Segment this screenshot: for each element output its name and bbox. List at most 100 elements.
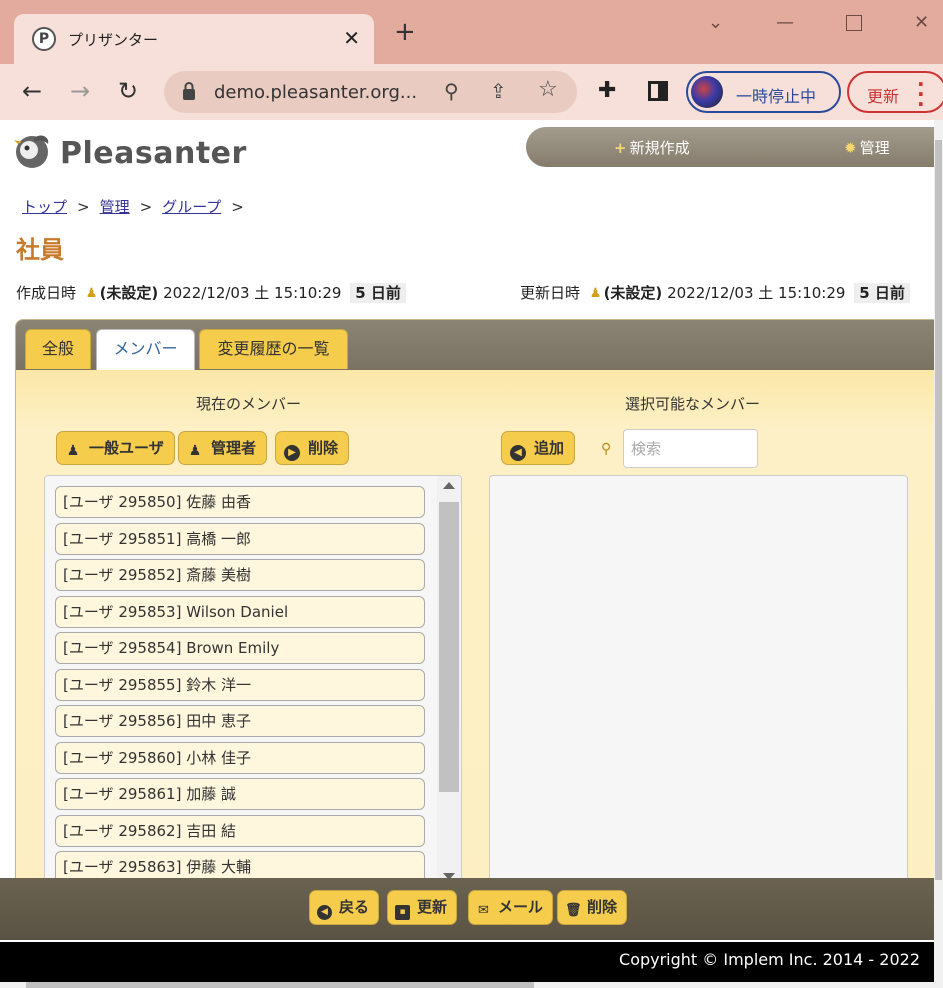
update-label: 更新 (417, 898, 448, 916)
plus-icon: + (614, 139, 627, 157)
url-bar[interactable]: demo.pleasanter.org... ⚲ ⇪ ☆ (164, 71, 577, 113)
maximize-button[interactable] (846, 15, 862, 31)
tab-search-icon[interactable]: ⌄ (708, 12, 723, 33)
scroll-thumb[interactable] (26, 982, 534, 988)
list-item[interactable]: [ユーザ 295855] 鈴木 洋一 (55, 669, 425, 701)
breadcrumb-separator: > (139, 198, 153, 216)
gear-icon: ✹ (844, 139, 857, 157)
address-bar-row: ← → ↻ demo.pleasanter.org... ⚲ ⇪ ☆ ✚ 一時停… (0, 64, 943, 120)
search-icon: ⚲ (601, 441, 612, 457)
extensions-puzzle-icon[interactable]: ✚ (598, 78, 616, 103)
created-user[interactable]: (未設定) (100, 284, 159, 302)
member-list-scrollbar[interactable] (437, 476, 461, 884)
list-item[interactable]: [ユーザ 295862] 吉田 結 (55, 815, 425, 847)
lock-icon (183, 82, 195, 100)
more-menu-icon[interactable]: · · · (917, 74, 925, 114)
list-item[interactable]: [ユーザ 295852] 斎藤 美樹 (55, 559, 425, 591)
profile-paused-button[interactable]: 一時停止中 (686, 71, 841, 113)
list-item[interactable]: [ユーザ 295851] 高橋 一郎 (55, 523, 425, 555)
remove-member-label: 削除 (308, 439, 339, 457)
delete-button[interactable]: 🗑 削除 (557, 890, 628, 925)
delete-label: 削除 (587, 898, 618, 916)
admin-label: 管理者 (211, 439, 257, 457)
current-member-list[interactable]: [ユーザ 295850] 佐藤 由香 [ユーザ 295851] 高橋 一郎 [ユ… (44, 475, 462, 885)
page-horizontal-scrollbar[interactable] (0, 982, 934, 988)
share-icon[interactable]: ⇪ (490, 79, 507, 103)
url-text: demo.pleasanter.org... (214, 82, 418, 103)
admin-button[interactable]: ♟ 管理者 (178, 431, 268, 465)
browser-update-button[interactable]: 更新 · · · (847, 71, 943, 114)
nav-new-label: 新規作成 (629, 139, 690, 157)
available-member-list[interactable] (489, 475, 908, 885)
members-tab-body: 現在のメンバー 選択可能なメンバー ♟ 一般ユーザ ♟ 管理者 ▶ 削除 ◀ 追加 ⚲ … (16, 370, 934, 928)
mail-button[interactable]: ✉ メール (468, 890, 554, 925)
list-item[interactable]: [ユーザ 295860] 小林 佳子 (55, 742, 425, 774)
add-member-button[interactable]: ◀ 追加 (501, 431, 576, 465)
list-item[interactable]: [ユーザ 295850] 佐藤 由香 (55, 486, 425, 518)
browser-tab[interactable]: P プリザンター ✕ (14, 14, 374, 64)
list-item[interactable]: [ユーザ 295854] Brown Emily (55, 632, 425, 664)
breadcrumb-top-link[interactable]: トップ (22, 198, 67, 216)
breadcrumb-admin-link[interactable]: 管理 (100, 198, 130, 216)
member-search-input[interactable] (623, 429, 758, 468)
list-item[interactable]: [ユーザ 295856] 田中 恵子 (55, 705, 425, 737)
scroll-up-icon[interactable] (443, 482, 455, 489)
created-info: 作成日時 ♟ (未設定) 2022/12/03 土 15:10:29 5 日前 (16, 282, 406, 303)
tab-title: プリザンター (68, 31, 159, 49)
updated-user[interactable]: (未設定) (604, 284, 663, 302)
available-members-title: 選択可能なメンバー (625, 395, 761, 413)
bookmark-star-icon[interactable]: ☆ (538, 77, 558, 102)
mail-label: メール (498, 898, 544, 916)
update-button[interactable]: ▪ 更新 (387, 890, 458, 925)
profile-status-label: 一時停止中 (736, 87, 817, 106)
back-label: 戻る (339, 898, 370, 916)
updated-datetime: 2022/12/03 土 15:10:29 (667, 284, 846, 302)
list-item[interactable]: [ユーザ 295861] 加藤 誠 (55, 778, 425, 810)
forward-arrow-icon[interactable]: → (70, 78, 90, 104)
browser-update-label: 更新 (867, 87, 900, 106)
general-user-button[interactable]: ♟ 一般ユーザ (56, 431, 175, 465)
scroll-thumb[interactable] (439, 502, 459, 792)
tab-members[interactable]: メンバー (96, 329, 195, 370)
circle-arrow-left-icon: ◀ (317, 905, 332, 920)
back-arrow-icon[interactable]: ← (22, 78, 42, 104)
circle-arrow-left-icon: ◀ (510, 445, 526, 461)
logo-text: Pleasanter (60, 136, 247, 171)
new-tab-button[interactable]: + (394, 19, 416, 45)
side-panel-icon[interactable] (648, 81, 668, 101)
person-icon: ♟ (188, 443, 202, 459)
updated-info: 更新日時 ♟ (未設定) 2022/12/03 土 15:10:29 5 日前 (520, 282, 910, 303)
zoom-icon[interactable]: ⚲ (444, 79, 459, 103)
updated-ago-badge: 5 日前 (854, 283, 910, 303)
user-icon: ♟ (85, 286, 98, 301)
breadcrumb: トップ > 管理 > グループ > (22, 196, 254, 217)
nav-manage-button[interactable]: ✹ 管理 (844, 137, 890, 158)
favicon-icon: P (32, 27, 56, 51)
mail-icon: ✉ (478, 903, 489, 918)
footer-command-bar: ◀ 戻る ▪ 更新 ✉ メール 🗑 削除 (0, 878, 934, 940)
reload-icon[interactable]: ↻ (118, 78, 138, 104)
top-navigation: + 新規作成 ✹ 管理 (526, 127, 934, 167)
tab-history[interactable]: 変更履歴の一覧 (199, 329, 348, 369)
current-members-title: 現在のメンバー (196, 395, 302, 413)
tab-general[interactable]: 全般 (25, 329, 91, 369)
close-tab-icon[interactable]: ✕ (343, 26, 360, 50)
scroll-thumb[interactable] (935, 140, 942, 880)
person-icon: ♟ (66, 443, 80, 459)
created-ago-badge: 5 日前 (350, 283, 406, 303)
breadcrumb-separator: > (77, 198, 90, 216)
pleasanter-bird-icon (14, 135, 49, 168)
page-vertical-scrollbar[interactable] (934, 120, 943, 988)
breadcrumb-group-link[interactable]: グループ (162, 198, 221, 216)
browser-tab-bar: P プリザンター ✕ + ⌄ — ✕ (0, 0, 943, 64)
breadcrumb-separator: > (231, 198, 244, 216)
back-button[interactable]: ◀ 戻る (309, 890, 380, 925)
minimize-button[interactable]: — (776, 12, 794, 33)
remove-member-button[interactable]: ▶ 削除 (275, 431, 350, 465)
nav-manage-label: 管理 (859, 139, 890, 157)
nav-new-button[interactable]: + 新規作成 (614, 137, 690, 158)
created-datetime: 2022/12/03 土 15:10:29 (163, 284, 342, 302)
add-member-label: 追加 (534, 439, 565, 457)
list-item[interactable]: [ユーザ 295853] Wilson Daniel (55, 596, 425, 628)
close-window-button[interactable]: ✕ (914, 12, 929, 33)
